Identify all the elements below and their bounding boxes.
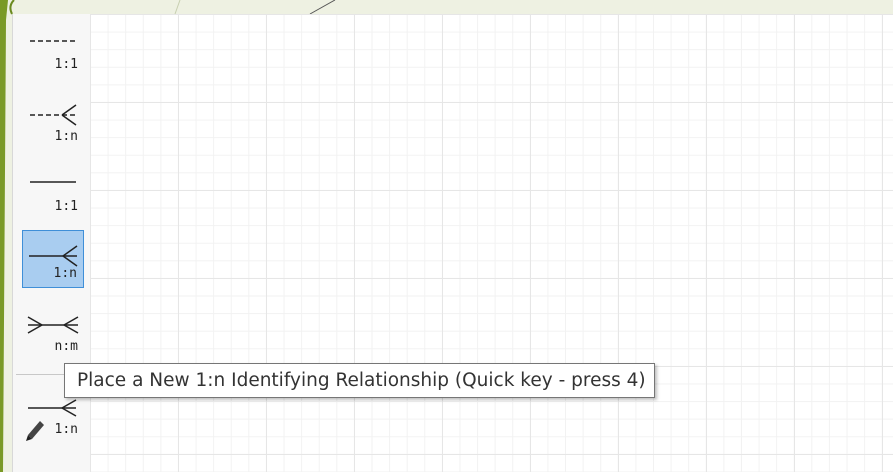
tool-dashed-one-to-one[interactable]: 1:1 <box>22 20 84 78</box>
tool-many-to-many[interactable]: n:m <box>22 302 84 360</box>
tool-solid-one-to-many[interactable]: 1:n <box>22 230 84 288</box>
tool-dashed-one-to-many[interactable]: 1:n <box>22 92 84 150</box>
tool-label: 1:n <box>54 422 78 437</box>
tool-solid-one-to-one[interactable]: 1:1 <box>22 162 84 220</box>
diagram-canvas[interactable] <box>90 14 893 472</box>
tool-label: 1:1 <box>54 57 78 72</box>
tool-label: 1:n <box>54 129 78 144</box>
tool-label: 1:n <box>53 266 77 281</box>
tooltip: Place a New 1:n Identifying Relationship… <box>64 363 655 398</box>
tool-label: n:m <box>54 339 78 354</box>
tool-label: 1:1 <box>54 199 78 214</box>
